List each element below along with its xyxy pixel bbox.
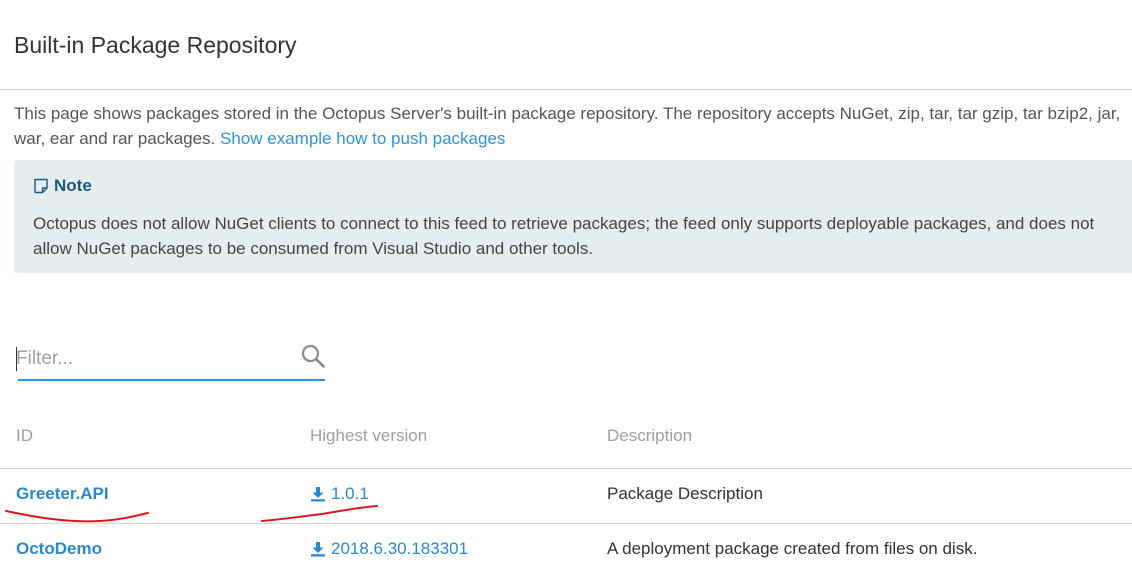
table-header: ID Highest version Description [0, 426, 1132, 450]
package-description: A deployment package created from files … [607, 539, 978, 558]
note-line-1: Octopus does not allow NuGet clients to … [33, 214, 1095, 233]
page-title: Built-in Package Repository [14, 32, 297, 58]
package-version-download-link[interactable]: 1.0.1 [310, 484, 369, 504]
intro-line-1: This page shows packages stored in the O… [14, 104, 1121, 123]
download-icon [310, 486, 326, 502]
package-id-link[interactable]: Greeter.API [16, 484, 109, 504]
push-packages-example-link[interactable]: Show example how to push packages [220, 129, 505, 148]
package-version-label: 2018.6.30.183301 [331, 539, 469, 558]
intro-line-2: war, ear and rar packages. Show example … [14, 126, 1132, 151]
row-divider [0, 523, 1132, 524]
package-description: Package Description [607, 484, 763, 503]
text-caret [16, 347, 17, 371]
package-version-label: 1.0.1 [331, 484, 369, 503]
note-icon [33, 178, 49, 194]
table-row[interactable]: Greeter.API 1.0.1 Package Description [0, 484, 1132, 508]
column-header-description[interactable]: Description [607, 426, 692, 446]
intro-text: This page shows packages stored in the O… [14, 101, 1132, 151]
note-heading: Note [33, 176, 92, 196]
red-underline-package-id [5, 510, 149, 523]
package-id-link[interactable]: OctoDemo [16, 539, 102, 559]
filter-input[interactable] [16, 344, 286, 374]
download-icon [310, 541, 326, 557]
title-divider [0, 89, 1132, 90]
column-header-id[interactable]: ID [16, 426, 33, 446]
search-icon[interactable] [300, 343, 326, 374]
filter-field [16, 338, 327, 382]
table-row[interactable]: OctoDemo 2018.6.30.183301 A deployment p… [0, 539, 1132, 563]
note-line-2: allow NuGet packages to be consumed from… [33, 239, 594, 258]
intro-line-2-text: war, ear and rar packages. [14, 129, 216, 148]
header-divider [0, 468, 1132, 469]
note-callout: Note Octopus does not allow NuGet client… [14, 160, 1132, 273]
note-heading-label: Note [54, 176, 92, 195]
package-version-download-link[interactable]: 2018.6.30.183301 [310, 539, 468, 559]
note-body: Octopus does not allow NuGet clients to … [33, 211, 1132, 261]
column-header-version[interactable]: Highest version [310, 426, 427, 446]
filter-underline [18, 379, 325, 381]
red-underline-version [261, 505, 378, 522]
